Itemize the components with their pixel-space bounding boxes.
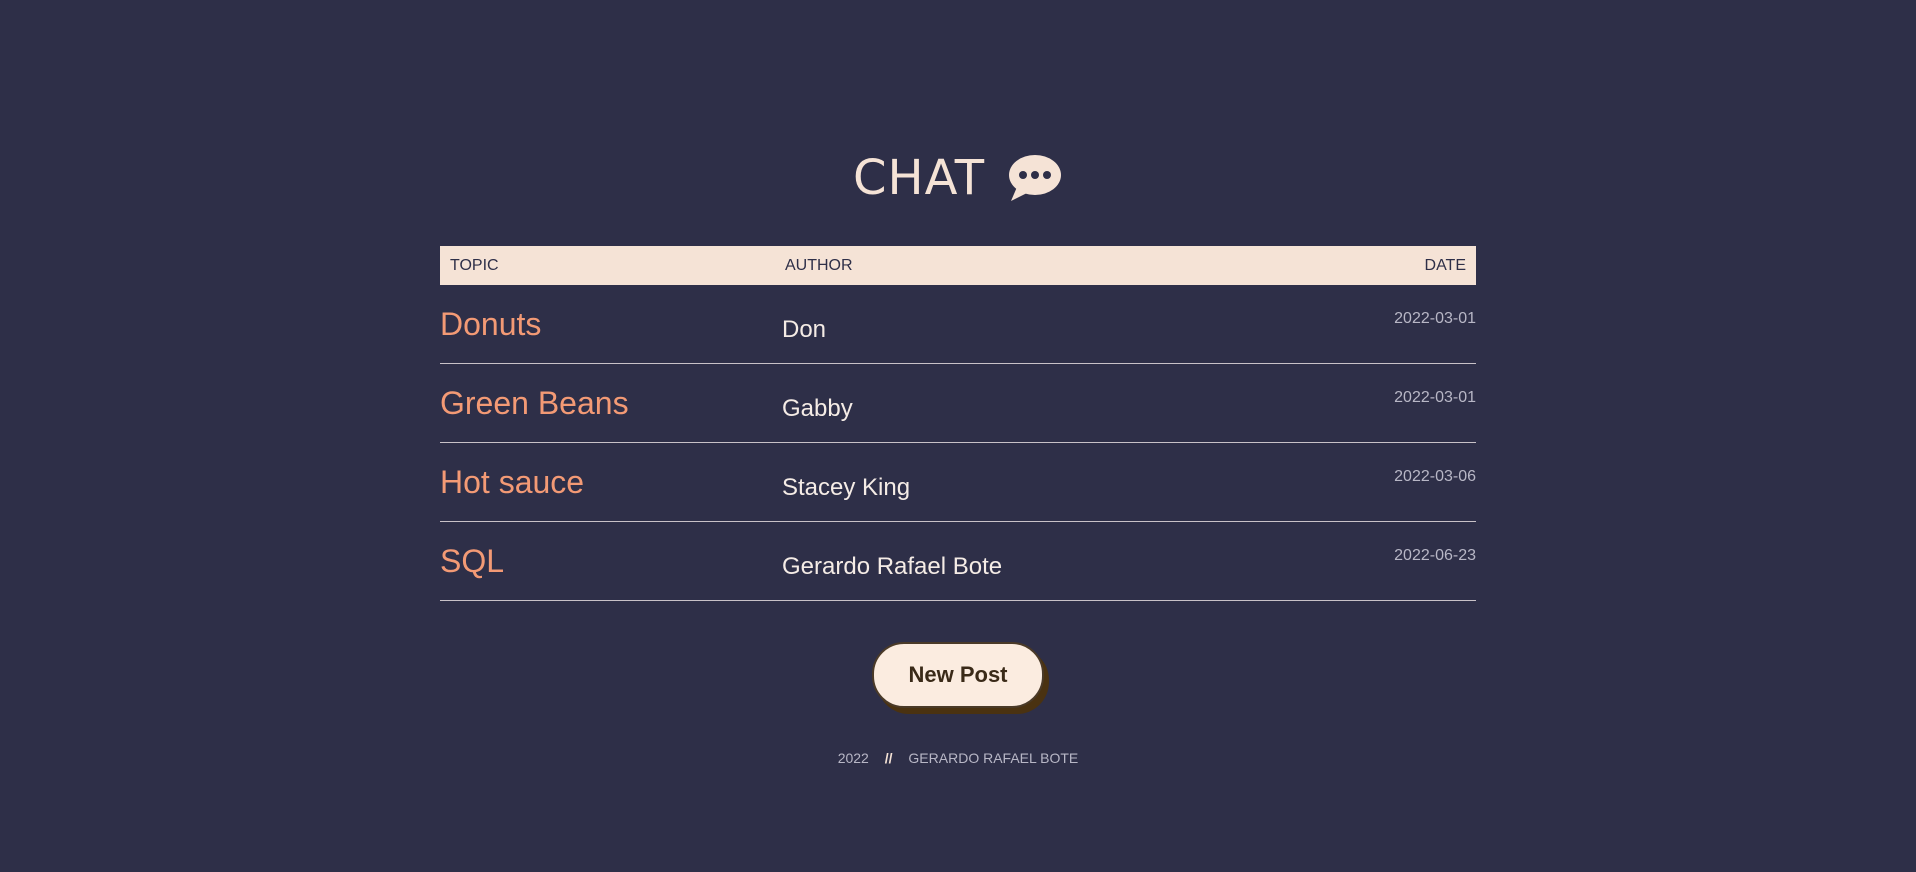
footer-year: 2022: [837, 750, 869, 766]
post-date: 2022-03-06: [1394, 468, 1476, 485]
table-row: Donuts Don 2022-03-01: [440, 285, 1476, 364]
actions-bar: New Post: [0, 642, 1916, 708]
column-header-topic: TOPIC: [450, 257, 499, 274]
topic-link[interactable]: SQL: [440, 542, 504, 580]
footer-separator: //: [884, 750, 893, 766]
column-header-date: DATE: [1424, 257, 1466, 274]
author-name: Gerardo Rafael Bote: [782, 553, 1003, 580]
footer: 2022 // GERARDO RAFAEL BOTE: [0, 750, 1916, 766]
post-date: 2022-06-23: [1394, 547, 1476, 564]
author-name: Stacey King: [782, 474, 911, 501]
table-row: Green Beans Gabby 2022-03-01: [440, 364, 1476, 443]
author-name: Don: [782, 316, 827, 343]
chat-bubble-icon: [1007, 153, 1063, 203]
page-title-text: CHAT: [852, 150, 986, 206]
post-date: 2022-03-01: [1394, 310, 1476, 327]
page-header: CHAT: [0, 150, 1916, 206]
topic-link[interactable]: Donuts: [440, 305, 541, 343]
new-post-button[interactable]: New Post: [872, 642, 1044, 708]
footer-author: GERARDO RAFAEL BOTE: [908, 750, 1079, 766]
post-date: 2022-03-01: [1394, 389, 1476, 406]
topics-table: TOPIC AUTHOR DATE Donuts Don 2022-03-01 …: [440, 246, 1476, 601]
author-name: Gabby: [782, 395, 853, 422]
page-title: CHAT: [853, 150, 1063, 206]
topic-link[interactable]: Green Beans: [440, 384, 629, 422]
table-header: TOPIC AUTHOR DATE: [440, 246, 1476, 285]
table-row: SQL Gerardo Rafael Bote 2022-06-23: [440, 522, 1476, 601]
page: CHAT TOPIC AUTHOR DATE Donuts Don 2022-0…: [0, 0, 1916, 872]
table-row: Hot sauce Stacey King 2022-03-06: [440, 443, 1476, 522]
topic-link[interactable]: Hot sauce: [440, 463, 584, 501]
column-header-author: AUTHOR: [785, 257, 853, 274]
